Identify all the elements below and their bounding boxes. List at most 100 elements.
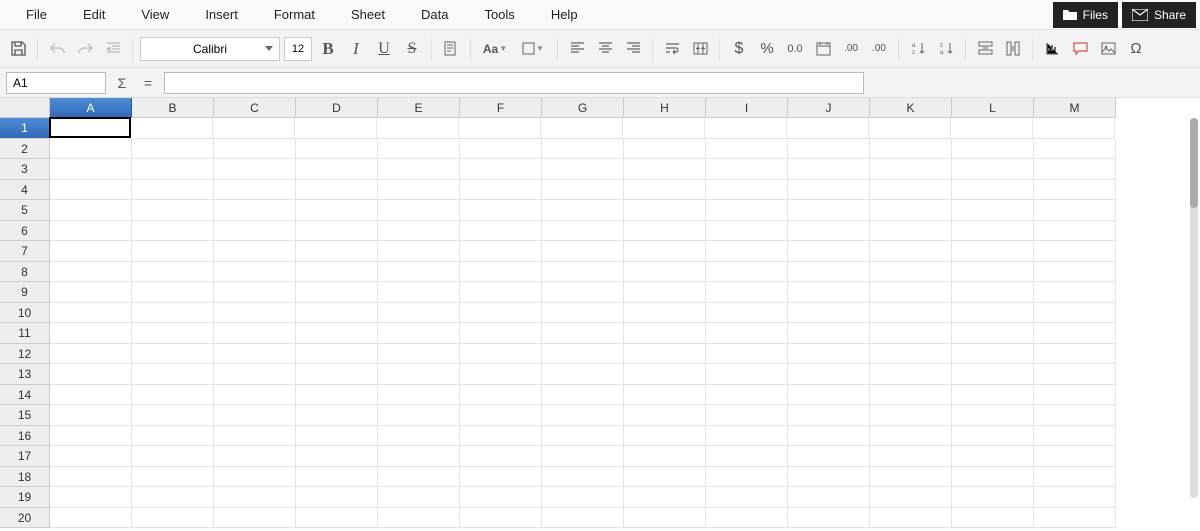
cell-E9[interactable]	[378, 282, 460, 303]
cell-A5[interactable]	[50, 200, 132, 221]
row-header-9[interactable]: 9	[0, 282, 50, 303]
cell-K16[interactable]	[870, 426, 952, 447]
cell-I17[interactable]	[706, 446, 788, 467]
cell-F1[interactable]	[459, 118, 541, 139]
cell-M18[interactable]	[1034, 467, 1116, 488]
row-header-4[interactable]: 4	[0, 180, 50, 201]
cell-C5[interactable]	[214, 200, 296, 221]
row-header-1[interactable]: 1	[0, 118, 50, 139]
cell-K13[interactable]	[870, 364, 952, 385]
cell-D1[interactable]	[295, 118, 377, 139]
cell-A17[interactable]	[50, 446, 132, 467]
cell-L10[interactable]	[952, 303, 1034, 324]
undo-button[interactable]	[45, 37, 69, 61]
cell-H19[interactable]	[624, 487, 706, 508]
cell-I3[interactable]	[706, 159, 788, 180]
cell-B16[interactable]	[132, 426, 214, 447]
cell-C8[interactable]	[214, 262, 296, 283]
bold-button[interactable]: B	[316, 37, 340, 61]
menu-view[interactable]: View	[123, 0, 187, 30]
cell-H14[interactable]	[624, 385, 706, 406]
sort-asc-button[interactable]: az	[906, 37, 930, 61]
menu-data[interactable]: Data	[403, 0, 466, 30]
cell-I11[interactable]	[706, 323, 788, 344]
cell-A2[interactable]	[50, 139, 132, 160]
row-header-15[interactable]: 15	[0, 405, 50, 426]
cell-D7[interactable]	[296, 241, 378, 262]
cell-D17[interactable]	[296, 446, 378, 467]
cell-M11[interactable]	[1034, 323, 1116, 344]
currency-button[interactable]: $	[727, 37, 751, 61]
cell-E14[interactable]	[378, 385, 460, 406]
scrollbar-thumb[interactable]	[1190, 118, 1198, 208]
cell-C1[interactable]	[213, 118, 295, 139]
cell-I13[interactable]	[706, 364, 788, 385]
cell-B17[interactable]	[132, 446, 214, 467]
column-header-B[interactable]: B	[132, 98, 214, 118]
row-header-16[interactable]: 16	[0, 426, 50, 447]
cell-L3[interactable]	[952, 159, 1034, 180]
column-header-J[interactable]: J	[788, 98, 870, 118]
cell-G15[interactable]	[542, 405, 624, 426]
cell-M15[interactable]	[1034, 405, 1116, 426]
cell-B14[interactable]	[132, 385, 214, 406]
cell-G5[interactable]	[542, 200, 624, 221]
cell-H17[interactable]	[624, 446, 706, 467]
cell-I12[interactable]	[706, 344, 788, 365]
cell-D6[interactable]	[296, 221, 378, 242]
cell-E16[interactable]	[378, 426, 460, 447]
column-header-D[interactable]: D	[296, 98, 378, 118]
cell-D10[interactable]	[296, 303, 378, 324]
cell-J12[interactable]	[788, 344, 870, 365]
cell-E4[interactable]	[378, 180, 460, 201]
cell-I15[interactable]	[706, 405, 788, 426]
cell-B12[interactable]	[132, 344, 214, 365]
cell-I10[interactable]	[706, 303, 788, 324]
cell-K17[interactable]	[870, 446, 952, 467]
cell-K5[interactable]	[870, 200, 952, 221]
cell-K12[interactable]	[870, 344, 952, 365]
cell-J20[interactable]	[788, 508, 870, 529]
cell-E12[interactable]	[378, 344, 460, 365]
cell-I14[interactable]	[706, 385, 788, 406]
menu-file[interactable]: File	[8, 0, 65, 30]
cell-I8[interactable]	[706, 262, 788, 283]
cell-A7[interactable]	[50, 241, 132, 262]
font-size-combo[interactable]: 12	[284, 37, 312, 61]
cell-I9[interactable]	[706, 282, 788, 303]
cell-L14[interactable]	[952, 385, 1034, 406]
cell-M1[interactable]	[1033, 118, 1115, 139]
cell-H4[interactable]	[624, 180, 706, 201]
cell-J19[interactable]	[788, 487, 870, 508]
cell-L17[interactable]	[952, 446, 1034, 467]
insert-comment-button[interactable]	[1068, 37, 1092, 61]
cell-B9[interactable]	[132, 282, 214, 303]
cell-K18[interactable]	[870, 467, 952, 488]
cell-M20[interactable]	[1034, 508, 1116, 529]
column-header-M[interactable]: M	[1034, 98, 1116, 118]
cell-F5[interactable]	[460, 200, 542, 221]
cell-G16[interactable]	[542, 426, 624, 447]
cell-A8[interactable]	[50, 262, 132, 283]
vertical-scrollbar[interactable]	[1190, 118, 1198, 498]
cell-L4[interactable]	[952, 180, 1034, 201]
cell-F18[interactable]	[460, 467, 542, 488]
merge-cells-button[interactable]	[688, 37, 712, 61]
column-header-K[interactable]: K	[870, 98, 952, 118]
cell-G14[interactable]	[542, 385, 624, 406]
date-format-button[interactable]	[811, 37, 835, 61]
cell-E19[interactable]	[378, 487, 460, 508]
cell-C18[interactable]	[214, 467, 296, 488]
cell-C15[interactable]	[214, 405, 296, 426]
cell-D4[interactable]	[296, 180, 378, 201]
row-header-10[interactable]: 10	[0, 303, 50, 324]
underline-button[interactable]: U	[372, 37, 396, 61]
cell-B20[interactable]	[132, 508, 214, 529]
cell-A4[interactable]	[50, 180, 132, 201]
cell-C20[interactable]	[214, 508, 296, 529]
menu-format[interactable]: Format	[256, 0, 333, 30]
cell-L9[interactable]	[952, 282, 1034, 303]
cell-H13[interactable]	[624, 364, 706, 385]
cell-E7[interactable]	[378, 241, 460, 262]
cell-C9[interactable]	[214, 282, 296, 303]
